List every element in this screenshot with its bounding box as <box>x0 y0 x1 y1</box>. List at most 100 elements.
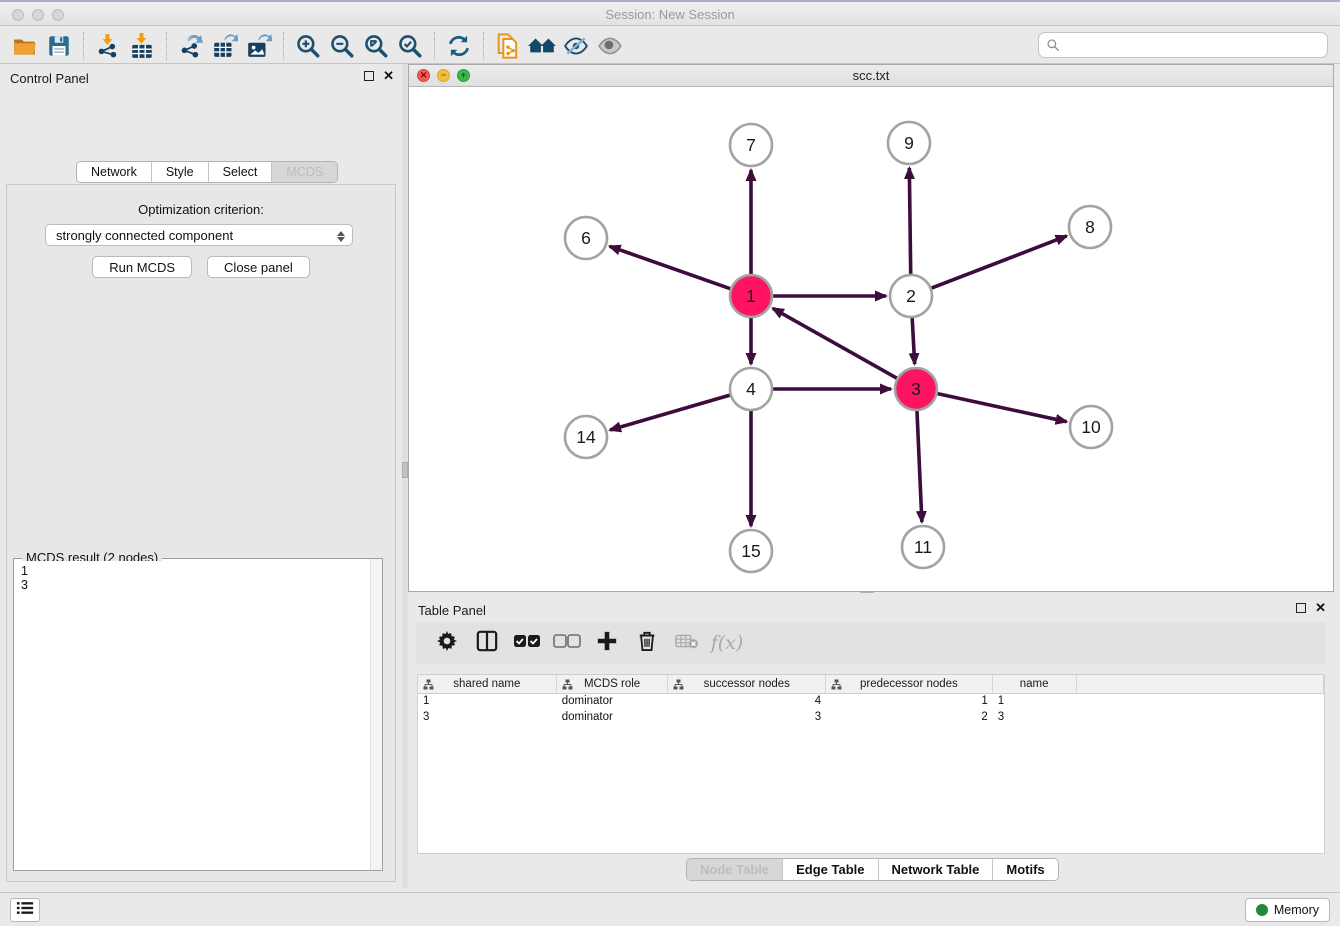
zoom-fit-button[interactable] <box>359 31 393 61</box>
select-all-button[interactable] <box>514 630 540 656</box>
graph-edge-3-1[interactable] <box>773 308 897 378</box>
control-panel: Control Panel ✕ NetworkStyleSelectMCDS O… <box>0 64 402 888</box>
table-cell[interactable]: dominator <box>557 694 669 710</box>
graph-edge-2-3[interactable] <box>912 318 914 364</box>
table-tab-node-table[interactable]: Node Table <box>687 859 783 880</box>
column-tree-icon <box>423 679 434 690</box>
column-header-predecessor-nodes[interactable]: predecessor nodes <box>826 675 993 693</box>
float-table-panel-icon[interactable] <box>1296 603 1306 613</box>
graph-node-11[interactable]: 11 <box>902 526 944 568</box>
graph-node-6[interactable]: 6 <box>565 217 607 259</box>
tab-network[interactable]: Network <box>77 162 152 182</box>
table-cell[interactable]: dominator <box>557 710 669 726</box>
graph-edge-4-14[interactable] <box>610 395 730 430</box>
table-cell[interactable]: 3 <box>418 710 557 726</box>
graph-node-2[interactable]: 2 <box>890 275 932 317</box>
table-cell[interactable]: 4 <box>668 694 826 710</box>
network-window-titlebar[interactable]: ✕ − + scc.txt <box>409 65 1333 87</box>
graph-node-3[interactable]: 3 <box>895 368 937 410</box>
list-icon <box>16 900 34 921</box>
search-input[interactable] <box>1038 32 1328 58</box>
graph-edge-2-9[interactable] <box>909 168 910 274</box>
table-cell[interactable] <box>1077 694 1324 710</box>
network-overview-button[interactable] <box>491 31 525 61</box>
graph-edge-3-11[interactable] <box>917 411 922 522</box>
column-header-successor-nodes[interactable]: successor nodes <box>668 675 826 693</box>
table-cell[interactable]: 1 <box>993 694 1077 710</box>
table-cell[interactable]: 3 <box>668 710 826 726</box>
zoom-out-button[interactable] <box>325 31 359 61</box>
graph-edge-2-8[interactable] <box>932 236 1067 288</box>
graph-node-8[interactable]: 8 <box>1069 206 1111 248</box>
svg-text:15: 15 <box>741 541 760 561</box>
export-table-button[interactable] <box>208 31 242 61</box>
table-cell[interactable]: 2 <box>826 710 993 726</box>
graph-node-9[interactable]: 9 <box>888 122 930 164</box>
float-panel-icon[interactable] <box>364 71 374 81</box>
svg-text:7: 7 <box>746 135 756 155</box>
tab-mcds[interactable]: MCDS <box>272 162 337 182</box>
run-mcds-button[interactable]: Run MCDS <box>92 256 192 278</box>
export-image-button[interactable] <box>242 31 276 61</box>
table-row[interactable]: 1dominator411 <box>418 694 1324 710</box>
network-canvas[interactable]: 7 9 6 8 1 2 4 3 14 10 15 11 <box>409 87 1333 591</box>
tab-style[interactable]: Style <box>152 162 209 182</box>
status-bar: Memory <box>0 892 1340 926</box>
import-network-icon <box>95 33 121 59</box>
close-panel-icon[interactable]: ✕ <box>383 70 394 82</box>
svg-text:14: 14 <box>576 427 596 447</box>
column-tree-icon <box>831 679 842 690</box>
svg-text:4: 4 <box>746 379 756 399</box>
control-panel-title: Control Panel <box>10 71 89 86</box>
add-column-button[interactable] <box>594 630 620 656</box>
import-table-button[interactable] <box>125 31 159 61</box>
criterion-dropdown[interactable]: strongly connected component <box>45 224 353 246</box>
table-cell[interactable] <box>1077 710 1324 726</box>
save-session-button[interactable] <box>42 31 76 61</box>
column-header-shared-name[interactable]: shared name <box>418 675 557 693</box>
column-header-name[interactable]: name <box>993 675 1077 693</box>
close-table-panel-icon[interactable]: ✕ <box>1315 602 1326 614</box>
table-settings-button[interactable] <box>434 630 460 656</box>
graph-edge-1-6[interactable] <box>610 246 731 288</box>
import-network-button[interactable] <box>91 31 125 61</box>
table-cell[interactable]: 1 <box>418 694 557 710</box>
table-tab-edge-table[interactable]: Edge Table <box>783 859 878 880</box>
network-graph[interactable]: 7 9 6 8 1 2 4 3 14 10 15 11 <box>409 87 1333 591</box>
graph-node-4[interactable]: 4 <box>730 368 772 410</box>
graph-node-10[interactable]: 10 <box>1070 406 1112 448</box>
graph-node-14[interactable]: 14 <box>565 416 607 458</box>
open-session-button[interactable] <box>8 31 42 61</box>
table-cell[interactable]: 3 <box>993 710 1077 726</box>
column-header-MCDS-role[interactable]: MCDS role <box>557 675 669 693</box>
graph-edge-3-10[interactable] <box>937 394 1066 422</box>
export-network-button[interactable] <box>174 31 208 61</box>
table-row[interactable]: 3dominator323 <box>418 710 1324 726</box>
function-builder-button[interactable]: f(x) <box>714 630 740 656</box>
column-split-button[interactable] <box>474 630 500 656</box>
table-cell[interactable]: 1 <box>826 694 993 710</box>
memory-label: Memory <box>1274 903 1319 917</box>
show-details-button[interactable] <box>593 31 627 61</box>
application-window: Session: New Session <box>0 0 1340 926</box>
home-views-button[interactable] <box>525 31 559 61</box>
table-tab-motifs[interactable]: Motifs <box>993 859 1057 880</box>
delete-column-button[interactable] <box>634 630 660 656</box>
close-panel-button[interactable]: Close panel <box>207 256 310 278</box>
hide-details-button[interactable] <box>559 31 593 61</box>
tab-select[interactable]: Select <box>209 162 273 182</box>
table-tab-network-table[interactable]: Network Table <box>879 859 994 880</box>
task-history-button[interactable] <box>10 898 40 922</box>
criterion-dropdown-value: strongly connected component <box>56 228 233 243</box>
deselect-all-button[interactable] <box>554 630 580 656</box>
memory-button[interactable]: Memory <box>1245 898 1330 922</box>
mcds-result-text[interactable]: 1 3 <box>15 561 369 869</box>
graph-node-7[interactable]: 7 <box>730 124 772 166</box>
zoom-selected-button[interactable] <box>393 31 427 61</box>
graph-node-1[interactable]: 1 <box>730 275 772 317</box>
zoom-in-button[interactable] <box>291 31 325 61</box>
result-scrollbar[interactable] <box>370 559 382 870</box>
delete-table-button[interactable] <box>674 630 700 656</box>
refresh-layout-button[interactable] <box>442 31 476 61</box>
graph-node-15[interactable]: 15 <box>730 530 772 572</box>
